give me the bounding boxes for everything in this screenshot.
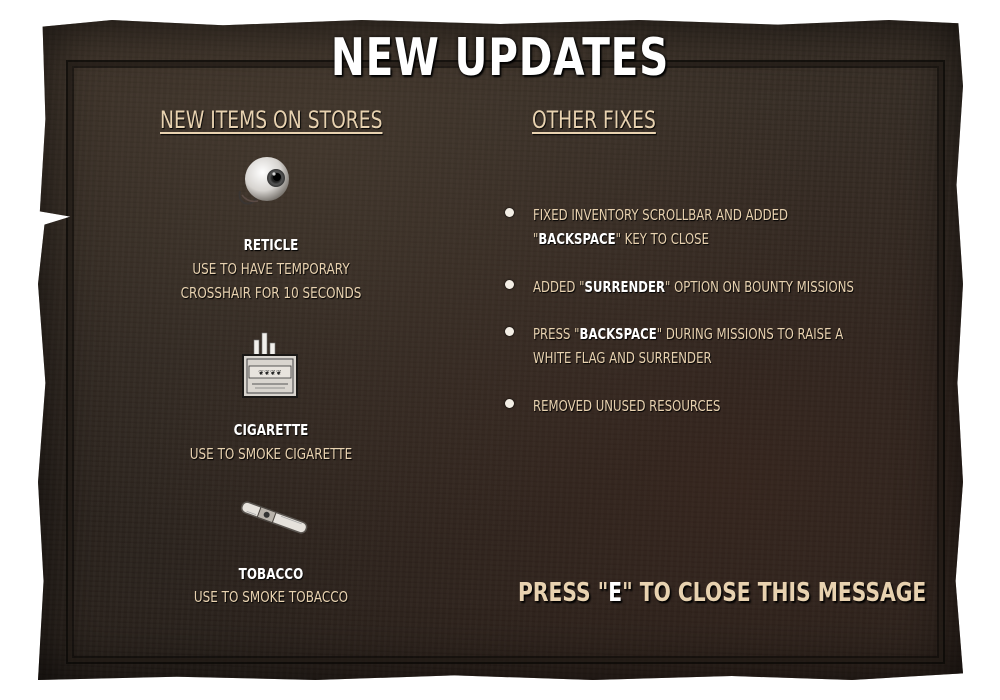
cigarette-pack-icon: ❦❦❦❦	[240, 330, 300, 405]
fix-text: PRESS "BACKSPACE" DURING MISSIONS TO RAI…	[533, 325, 844, 367]
new-items-heading: NEW ITEMS ON STORES	[160, 106, 383, 134]
eyeball-icon	[236, 155, 296, 212]
bullet-icon	[505, 208, 514, 217]
item-desc-cigarette: USE TO SMOKE CIGARETTE	[189, 445, 353, 463]
item-name-reticle: RETICLE	[243, 236, 299, 254]
page-title: NEW UPDATES	[330, 28, 670, 88]
bullet-icon	[505, 280, 514, 289]
item-name-cigarette: CIGARETTE	[233, 421, 309, 439]
bullet-icon	[505, 327, 514, 336]
svg-text:❦❦❦❦: ❦❦❦❦	[258, 369, 282, 377]
fix-text: ADDED "SURRENDER" OPTION ON BOUNTY MISSI…	[533, 278, 854, 296]
fix-text: FIXED INVENTORY SCROLLBAR AND ADDED "BAC…	[533, 206, 789, 248]
other-fixes-heading: OTHER FIXES	[532, 106, 656, 134]
item-desc-reticle: USE TO HAVE TEMPORARY CROSSHAIR FOR 10 S…	[180, 260, 362, 302]
item-desc-tobacco: USE TO SMOKE TOBACCO	[193, 588, 349, 606]
tobacco-roll-icon	[236, 500, 312, 541]
close-message: PRESS "E" TO CLOSE THIS MESSAGE	[518, 578, 927, 608]
fix-text: REMOVED UNUSED RESOURCES	[533, 397, 721, 415]
close-key: E	[608, 578, 623, 608]
bullet-icon	[505, 399, 514, 408]
item-name-tobacco: TOBACCO	[238, 565, 304, 583]
